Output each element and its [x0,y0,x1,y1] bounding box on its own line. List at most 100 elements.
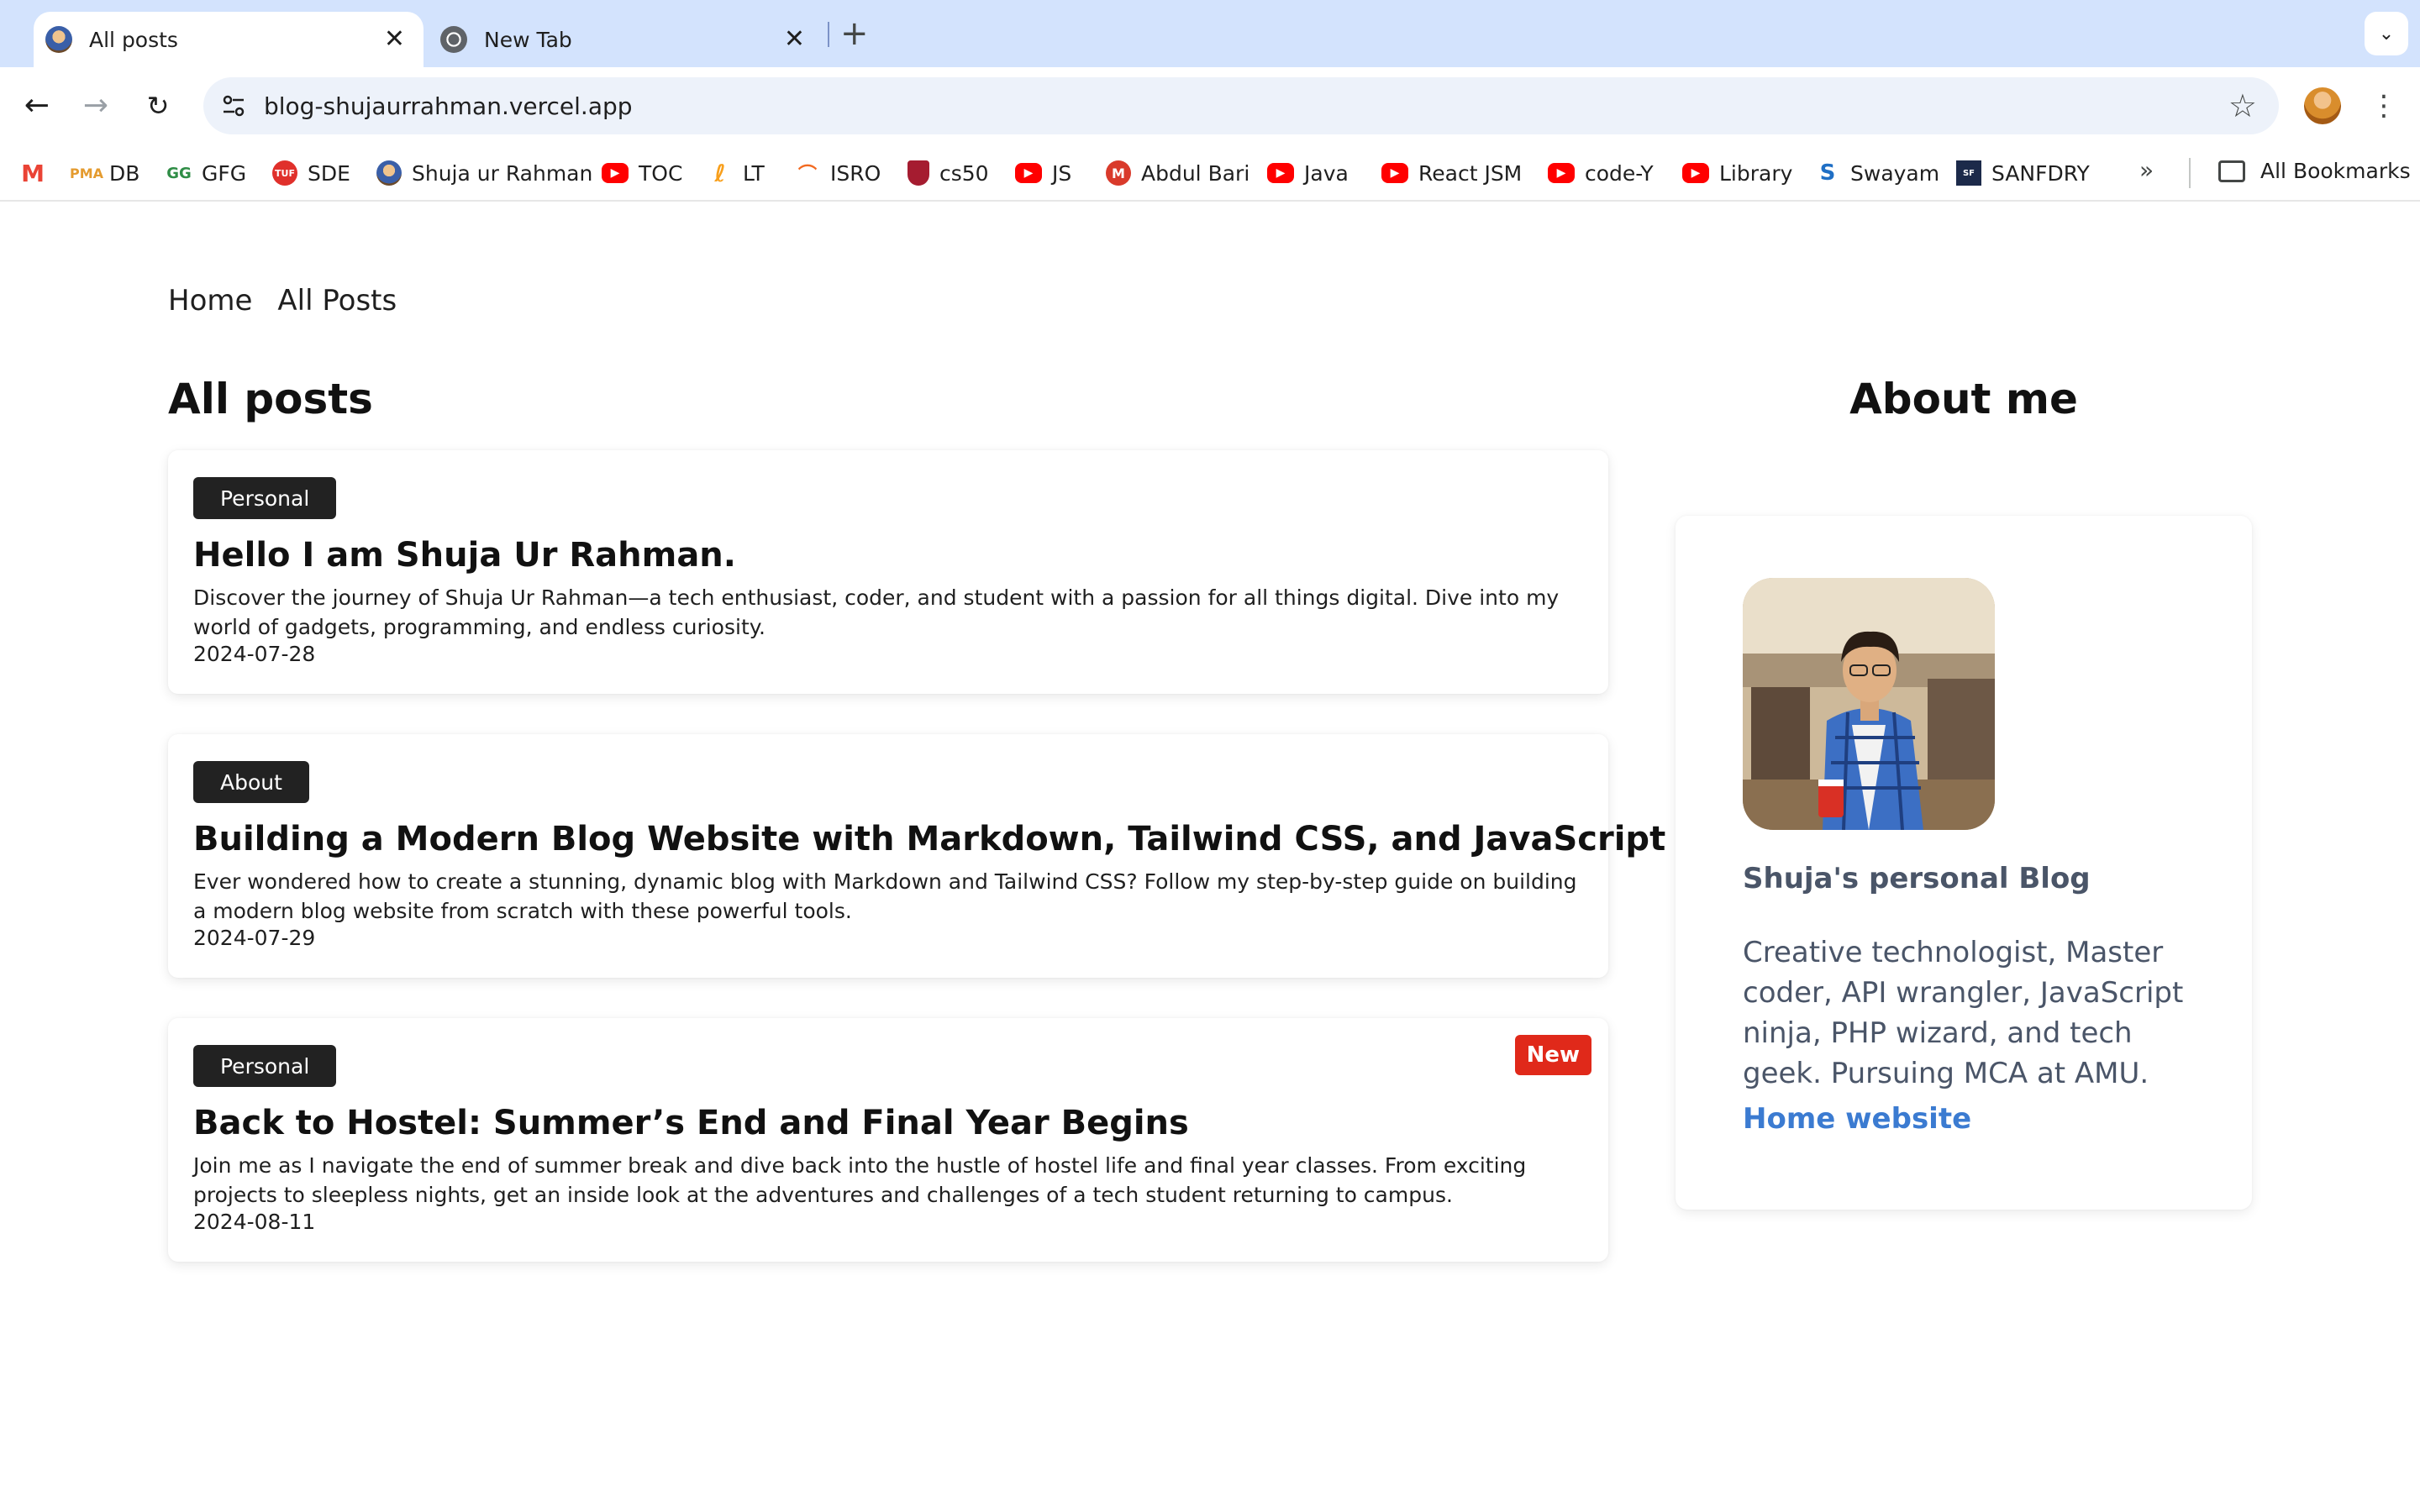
harvard-icon [908,160,929,186]
post-description: Discover the journey of Shuja Ur Rahman—… [193,585,1560,639]
bookmark-js[interactable]: ▶ JS [1015,159,1071,187]
bookmark-sanfdry[interactable]: SF SANFDRY [1956,159,2090,187]
bookmark-label: DB [109,160,140,186]
close-tab-icon[interactable]: ✕ [384,27,405,52]
post-title[interactable]: Hello I am Shuja Ur Rahman. [193,536,736,575]
pma-icon: PMA [69,165,104,181]
bookmarks-divider [2189,158,2191,188]
bookmark-label: code-Y [1585,160,1654,186]
bookmark-react-jsm[interactable]: ▶ React JSM [1381,159,1522,187]
about-card: Shuja's personal Blog Creative technolog… [1676,516,2252,1210]
post-date: 2024-07-28 [193,642,316,666]
tab-title: New Tab [484,27,572,52]
post-date: 2024-08-11 [193,1210,316,1234]
profile-icon [376,160,402,186]
post-tag-badge[interactable]: About [193,761,309,803]
bookmark-cs50[interactable]: cs50 [908,159,989,187]
post-tag-badge[interactable]: Personal [193,1045,337,1087]
bookmark-label: TOC [639,160,683,186]
home-website-link[interactable]: Home website [1743,1102,1971,1136]
bookmark-label: GFG [202,160,247,186]
tab-separator [828,22,829,47]
bookmark-java[interactable]: ▶ Java [1267,159,1349,187]
bookmark-gmail[interactable]: M [20,159,55,187]
isro-icon: ⌒ [797,165,817,186]
profile-photo-illustration [1743,578,1995,830]
tab-all-posts[interactable]: All posts ✕ [34,12,424,67]
tab-title: All posts [89,27,178,52]
kebab-menu-icon[interactable]: ⋮ [2370,86,2398,126]
close-tab-icon[interactable]: ✕ [784,27,805,52]
tuf-icon: TUF [272,160,297,186]
chevron-down-icon: ⌄ [2378,23,2395,45]
about-heading: About me [1849,375,2078,423]
swayam-icon: S [1819,160,1836,186]
post-description: Ever wondered how to create a stunning, … [193,869,1577,923]
page-title: All posts [168,375,373,423]
tab-search-button[interactable]: ⌄ [2365,12,2408,55]
bookmark-shuja[interactable]: Shuja ur Rahman [376,159,592,187]
bookmark-label: LT [743,160,765,186]
reload-button[interactable]: ↻ [138,86,178,126]
bookmark-abdul-bari[interactable]: M Abdul Bari [1106,159,1249,187]
url-text[interactable]: blog-shujaurrahman.vercel.app [264,92,633,120]
forward-arrow-icon: → [82,88,109,123]
profile-photo [1743,578,1995,830]
address-bar[interactable]: blog-shujaurrahman.vercel.app ☆ [203,77,2279,134]
udemy-icon: M [1106,160,1131,186]
bookmark-label: React JSM [1418,160,1523,186]
all-bookmarks-label: All Bookmarks [2260,159,2411,183]
gfg-icon: GG [166,164,192,182]
post-title[interactable]: Back to Hostel: Summer’s End and Final Y… [193,1104,1189,1142]
profile-avatar[interactable] [2304,87,2341,124]
site-nav: Home All Posts [168,284,397,318]
bookmark-label: Java [1304,160,1349,186]
bookmark-label: Shuja ur Rahman [412,160,593,186]
youtube-icon: ▶ [1548,163,1575,183]
post-card[interactable]: About Building a Modern Blog Website wit… [168,734,1665,978]
gmail-icon: M [21,159,45,187]
back-button[interactable]: ← [17,86,57,126]
post-card[interactable]: Personal Hello I am Shuja Ur Rahman. Dis… [168,450,1608,694]
leetcode-icon: ℓ [714,159,726,187]
youtube-icon: ▶ [1267,163,1294,183]
bookmark-sde[interactable]: TUF SDE [272,159,350,187]
bookmark-swayam[interactable]: S Swayam [1815,159,1939,187]
bookmark-code-y[interactable]: ▶ code-Y [1548,159,1654,187]
bookmark-toc[interactable]: ▶ TOC [602,159,682,187]
reload-icon: ↻ [146,90,170,122]
bookmark-isro[interactable]: ⌒ ISRO [795,159,881,187]
post-date: 2024-07-29 [193,926,316,950]
bookmark-label: Library [1719,160,1793,186]
back-arrow-icon: ← [24,88,50,123]
sanfdry-icon: SF [1956,160,1981,186]
youtube-icon: ▶ [602,163,629,183]
post-tag-badge[interactable]: Personal [193,477,337,519]
nav-all-posts-link[interactable]: All Posts [277,284,397,318]
bookmark-label: SANFDRY [1991,160,2090,186]
all-bookmarks-button[interactable]: All Bookmarks [2218,159,2411,183]
new-tab-button[interactable]: + [840,15,869,52]
bookmark-library[interactable]: ▶ Library [1682,159,1792,187]
bookmark-label: SDE [308,160,350,186]
bookmark-lt[interactable]: ℓ LT [708,159,765,187]
bookmarks-overflow-button[interactable]: » [2139,156,2154,184]
nav-home-link[interactable]: Home [168,284,252,318]
bookmark-label: ISRO [830,160,881,186]
blog-favicon-icon [45,26,72,53]
youtube-icon: ▶ [1381,163,1408,183]
tab-new-tab[interactable]: New Tab ✕ [429,12,823,67]
chrome-icon [440,26,467,53]
post-card[interactable]: Personal New Back to Hostel: Summer’s En… [168,1018,1608,1262]
blog-name: Shuja's personal Blog [1743,862,2091,895]
bookmark-db[interactable]: PMA DB [69,159,140,187]
post-title[interactable]: Building a Modern Blog Website with Mark… [193,820,1665,858]
bookmark-gfg[interactable]: GG GFG [166,159,246,187]
bookmark-star-icon[interactable]: ☆ [2228,87,2257,124]
youtube-icon: ▶ [1682,163,1709,183]
bookmark-label: JS [1052,160,1072,186]
folder-icon [2218,160,2245,182]
site-info-icon[interactable] [218,91,249,121]
post-description: Join me as I navigate the end of summer … [193,1153,1527,1207]
forward-button[interactable]: → [76,86,116,126]
